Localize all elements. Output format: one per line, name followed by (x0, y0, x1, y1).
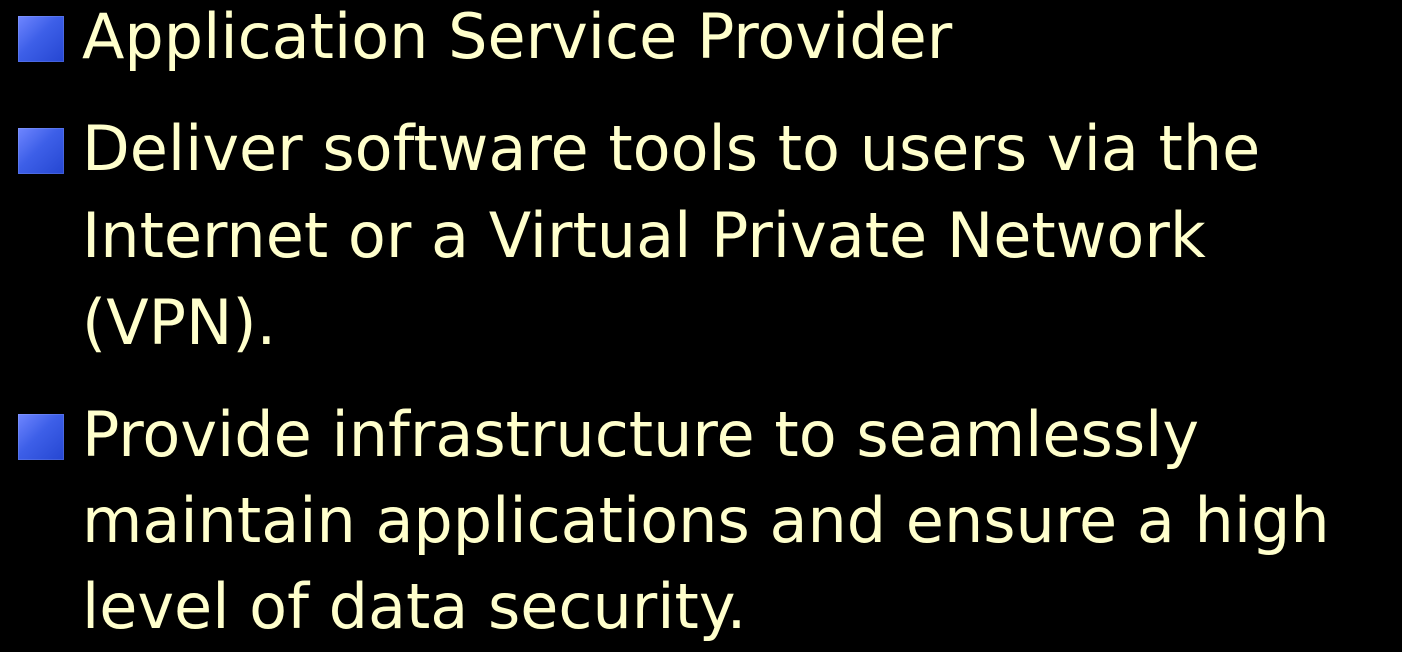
bullet-square-icon (18, 414, 64, 460)
bullet-text-deliver-software-line-1: Deliver software tools to users via the (82, 112, 1261, 185)
slide-canvas: Application Service Provider Deliver sof… (0, 0, 1402, 652)
bullet-text-provide-infrastructure-line-3: level of data security. (82, 570, 747, 643)
bullet-square-icon (18, 16, 64, 62)
bullet-text-application-service-provider: Application Service Provider (82, 0, 953, 73)
bullet-text-deliver-software-line-2: Internet or a Virtual Private Network (82, 199, 1206, 272)
bullet-text-deliver-software-line-3: (VPN). (82, 286, 277, 359)
bullet-square-icon (18, 128, 64, 174)
bullet-text-provide-infrastructure-line-2: maintain applications and ensure a high (82, 484, 1330, 557)
bullet-text-provide-infrastructure-line-1: Provide infrastructure to seamlessly (82, 398, 1200, 471)
